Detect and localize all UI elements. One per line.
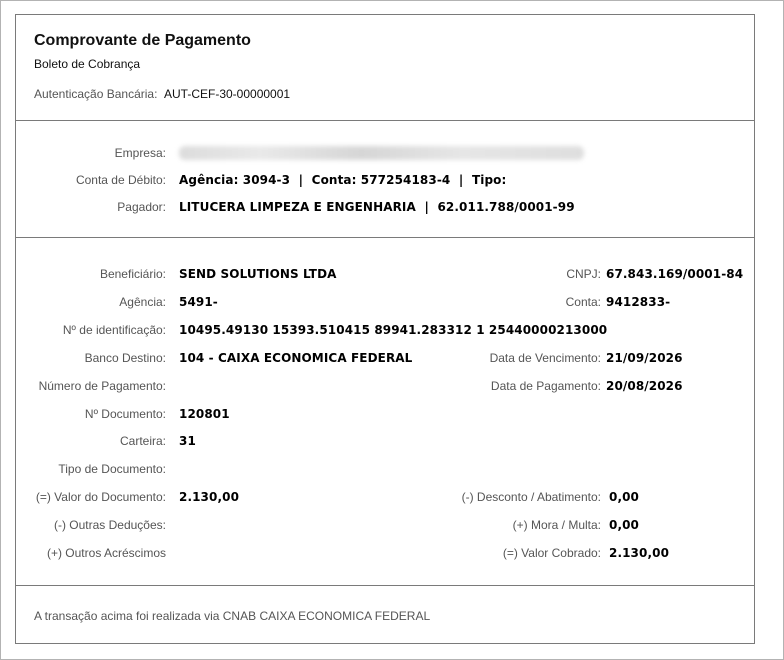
valor-documento-label: (=) Valor do Documento: — [35, 490, 166, 504]
valor-cobrado-label: (=) Valor Cobrado: — [502, 546, 601, 560]
valor-cobrado-value: 2.130,00 — [609, 546, 670, 560]
agencia-label: Agência: — [119, 295, 166, 309]
beneficiario-label: Beneficiário: — [99, 267, 166, 281]
conta-label: Conta: — [565, 295, 601, 309]
numero-documento-value: 120801 — [179, 407, 230, 421]
data-vencimento-value: 21/09/2026 — [606, 351, 683, 365]
carteira-value: 31 — [179, 434, 196, 448]
identificacao-value: 10495.49130 15393.510415 89941.283312 1 … — [179, 323, 608, 337]
carteira-label: Carteira: — [119, 434, 166, 448]
mora-multa-label: (+) Mora / Multa: — [512, 518, 601, 532]
empresa-redacted — [179, 146, 584, 160]
banco-destino-label: Banco Destino: — [84, 351, 166, 365]
desconto-value: 0,00 — [609, 490, 640, 504]
numero-documento-label: Nº Documento: — [84, 407, 166, 421]
data-vencimento-label: Data de Vencimento: — [489, 351, 601, 365]
page-title: Comprovante de Pagamento — [34, 32, 251, 49]
valor-documento-value: 2.130,00 — [179, 490, 240, 504]
agencia-value: 5491- — [179, 295, 218, 309]
auth-value: AUT-CEF-30-00000001 — [164, 87, 291, 101]
conta-value: 9412833- — [606, 295, 671, 309]
receipt-card: Comprovante de Pagamento Boleto de Cobra… — [15, 14, 755, 644]
pagador-value: LITUCERA LIMPEZA E ENGENHARIA | 62.011.7… — [179, 200, 575, 214]
identificacao-label: Nº de identificação: — [62, 323, 166, 337]
beneficiario-value: SEND SOLUTIONS LTDA — [179, 267, 337, 281]
divider — [16, 585, 754, 586]
numero-pagamento-label: Número de Pagamento: — [38, 379, 166, 393]
page-subtitle: Boleto de Cobrança — [34, 57, 141, 71]
cnpj-value: 67.843.169/0001-84 — [606, 267, 744, 281]
conta-debito-value: Agência: 3094-3 | Conta: 577254183-4 | T… — [179, 173, 507, 187]
outros-acrescimos-label: (+) Outros Acréscimos — [46, 546, 166, 560]
auth-label: Autenticação Bancária: — [34, 87, 158, 101]
divider — [16, 237, 754, 238]
divider — [16, 120, 754, 121]
cnpj-label: CNPJ: — [566, 267, 601, 281]
conta-debito-label: Conta de Débito: — [75, 173, 166, 187]
mora-multa-value: 0,00 — [609, 518, 640, 532]
empresa-label: Empresa: — [114, 146, 166, 160]
data-pagamento-label: Data de Pagamento: — [490, 379, 601, 393]
desconto-label: (-) Desconto / Abatimento: — [461, 490, 601, 504]
data-pagamento-value: 20/08/2026 — [606, 379, 683, 393]
outras-deducoes-label: (-) Outras Deduções: — [53, 518, 166, 532]
tipo-documento-label: Tipo de Documento: — [58, 462, 166, 476]
banco-destino-value: 104 - CAIXA ECONOMICA FEDERAL — [179, 351, 413, 365]
footer-note: A transação acima foi realizada via CNAB… — [34, 609, 431, 623]
pagador-label: Pagador: — [117, 200, 166, 214]
